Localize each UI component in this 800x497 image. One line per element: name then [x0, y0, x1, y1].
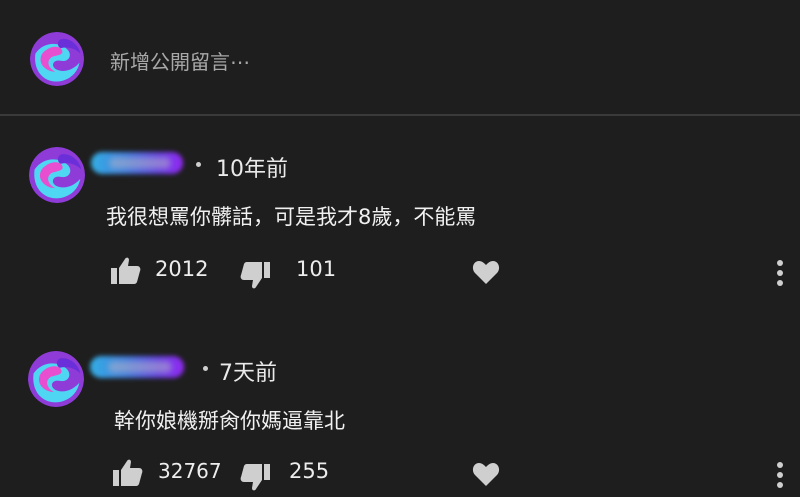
separator-dot — [203, 366, 208, 371]
swirl-avatar-icon — [28, 351, 84, 407]
commenter-name-redacted[interactable] — [90, 356, 184, 378]
commenter-avatar[interactable] — [28, 351, 84, 407]
comment-text: 我很想罵你髒話，可是我才8歲，不能罵 — [106, 205, 477, 229]
comment-time[interactable]: 10年前 — [216, 151, 288, 183]
dislike-button[interactable] — [239, 462, 271, 492]
comment-time[interactable]: 7天前 — [219, 355, 277, 387]
more-options-button[interactable] — [770, 460, 790, 490]
swirl-avatar-icon — [30, 32, 84, 86]
heart-icon — [472, 261, 500, 284]
comment-input[interactable]: 新增公開留言⋯ — [110, 46, 250, 75]
swirl-avatar-icon — [29, 147, 85, 203]
like-button[interactable] — [110, 256, 142, 286]
dislike-count: 255 — [289, 459, 330, 483]
thumbs-down-icon — [240, 262, 270, 289]
thumbs-up-icon — [113, 459, 143, 486]
like-button[interactable] — [112, 458, 144, 488]
heart-icon — [472, 463, 500, 486]
like-count: 32767 — [158, 459, 222, 483]
like-count: 2012 — [155, 257, 209, 281]
commenter-name-redacted[interactable] — [91, 152, 183, 174]
more-options-button[interactable] — [770, 258, 790, 288]
more-vertical-icon — [777, 260, 783, 286]
comments-section: 新增公開留言⋯ 10年前 我很想罵你髒話，可是我才8歲，不能罵 2012 101 — [0, 0, 800, 497]
heart-button[interactable] — [472, 259, 500, 285]
divider — [0, 114, 800, 116]
more-vertical-icon — [777, 462, 783, 488]
current-user-avatar[interactable] — [30, 32, 84, 86]
dislike-count: 101 — [296, 257, 337, 281]
heart-button[interactable] — [472, 461, 500, 487]
commenter-avatar[interactable] — [29, 147, 85, 203]
thumbs-down-icon — [240, 464, 270, 491]
separator-dot — [196, 162, 201, 167]
thumbs-up-icon — [111, 257, 141, 284]
comment-text: 幹你娘機掰肏你媽逼靠北 — [114, 409, 345, 433]
dislike-button[interactable] — [239, 260, 271, 290]
